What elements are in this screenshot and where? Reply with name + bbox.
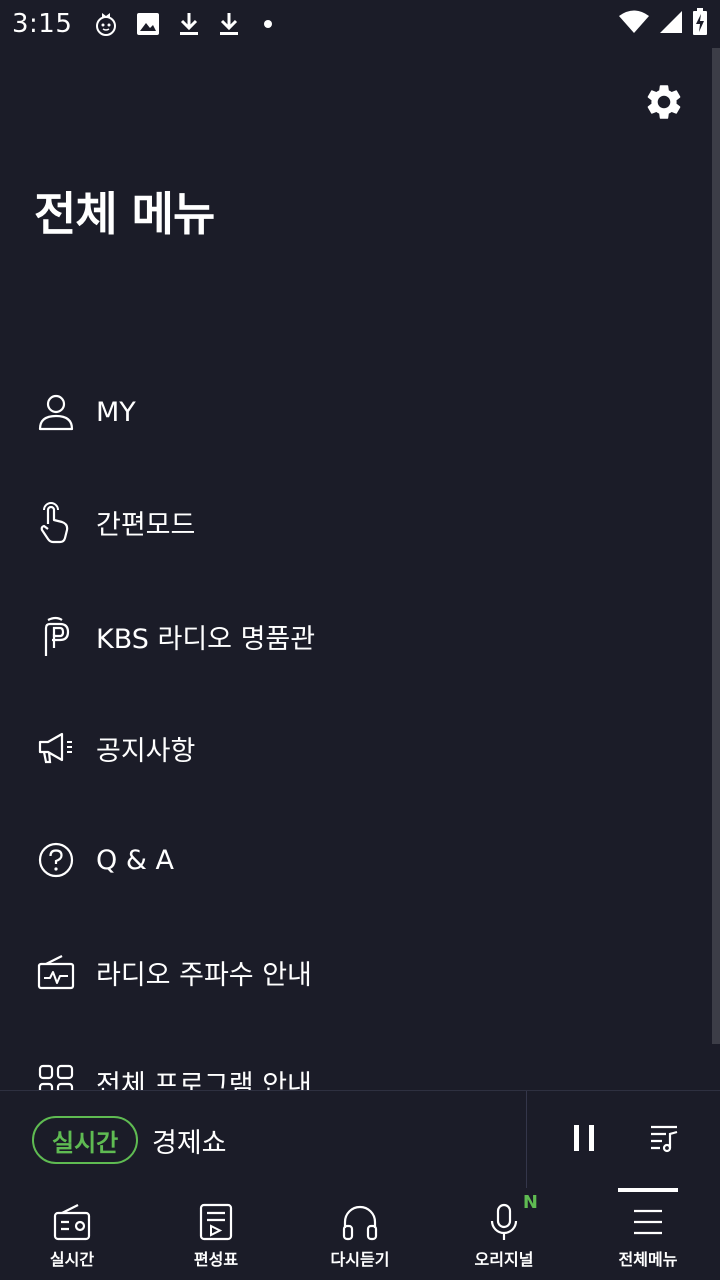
question-circle-icon [34,838,78,882]
live-badge[interactable]: 실시간 [32,1116,139,1164]
menu-item-label: MY [96,396,136,428]
hamburger-menu-icon [626,1200,670,1244]
pause-button[interactable] [560,1116,608,1164]
menu-scroll-area[interactable]: 전체 메뉴 MY 간편모드 KBS 라디오 명품관 공지사항 Q & A 라디오… [0,0,712,1090]
menu-item-label: 라디오 주파수 안내 [96,959,312,991]
menu-item-notice[interactable]: 공지사항 [34,708,694,788]
radio-icon [50,1200,94,1244]
mini-player[interactable]: 실시간 경제쇼 [0,1090,720,1189]
nav-item-schedule[interactable]: 편성표 [144,1188,288,1280]
microphone-icon: N [482,1192,538,1244]
nav-active-indicator [618,1188,678,1192]
menu-item-kbs-premium[interactable]: KBS 라디오 명품관 [34,596,694,676]
menu-item-label: 간편모드 [96,509,196,541]
nav-item-all-menu[interactable]: 전체메뉴 [576,1188,720,1280]
new-badge: N [522,1192,538,1213]
menu-item-label: 공지사항 [96,735,196,767]
bottom-navigation: 실시간 편성표 다시듣기 N 오리지널 전체메뉴 [0,1188,720,1280]
nav-label: 다시듣기 [330,1250,390,1269]
player-divider [526,1091,527,1189]
megaphone-icon [34,726,78,770]
nav-label: 오리지널 [474,1250,534,1269]
settings-button[interactable] [640,80,688,128]
touch-hand-icon [34,500,78,544]
page-title: 전체 메뉴 [34,187,215,241]
menu-item-my[interactable]: MY [34,372,694,452]
menu-item-label: 전체 프로그램 안내 [96,1069,312,1091]
nav-item-live[interactable]: 실시간 [0,1188,144,1280]
schedule-icon [194,1200,238,1244]
scrollbar[interactable] [712,48,720,1044]
gear-icon [643,81,685,127]
nav-item-replay[interactable]: 다시듣기 [288,1188,432,1280]
pause-icon [570,1122,598,1158]
nav-label: 전체메뉴 [618,1250,678,1269]
menu-item-label: Q & A [96,844,174,876]
headphones-icon [338,1200,382,1244]
playlist-button[interactable] [640,1116,688,1164]
grid-list-icon [34,1060,78,1090]
nav-label: 실시간 [49,1250,95,1269]
menu-item-radio-frequency[interactable]: 라디오 주파수 안내 [34,932,694,1012]
menu-item-easy-mode[interactable]: 간편모드 [34,482,694,562]
nav-item-original[interactable]: N 오리지널 [432,1188,576,1280]
kbs-premium-logo-icon [34,614,78,658]
menu-item-label: KBS 라디오 명품관 [96,623,316,655]
playlist-music-icon [648,1122,680,1158]
menu-item-qna[interactable]: Q & A [34,820,694,900]
radio-frequency-icon [34,950,78,994]
nav-label: 편성표 [193,1250,239,1269]
menu-item-all-programs[interactable]: 전체 프로그램 안내 [34,1042,694,1090]
now-playing-program[interactable]: 경제쇼 [152,1121,227,1160]
person-icon [34,390,78,434]
